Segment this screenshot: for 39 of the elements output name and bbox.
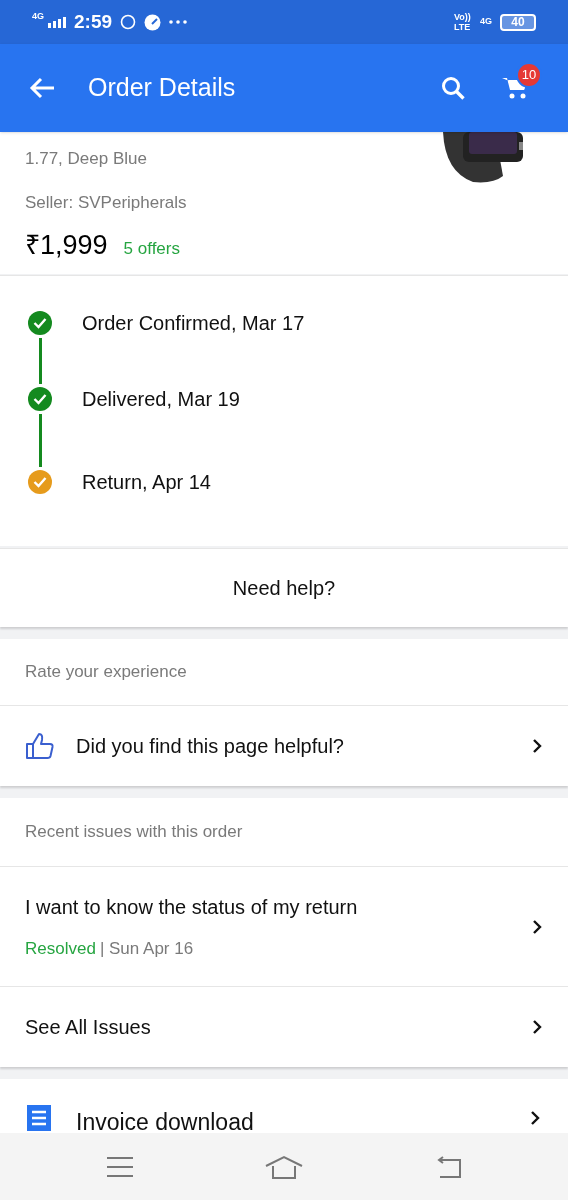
data-label: 4G bbox=[480, 15, 492, 29]
thumbs-up-icon bbox=[25, 732, 55, 760]
issue-title: I want to know the status of my return bbox=[25, 894, 359, 920]
timeline-step: Order Confirmed, Mar 17 bbox=[82, 308, 305, 338]
timeline-step: Return, Apr 14 bbox=[82, 467, 211, 497]
see-all-label: See All Issues bbox=[25, 1015, 152, 1040]
cart-count-badge: 10 bbox=[516, 62, 542, 88]
battery-icon: 40 bbox=[500, 13, 536, 31]
section-heading: Recent issues with this order bbox=[25, 821, 243, 844]
product-variant: 1.77, Deep Blue bbox=[25, 148, 148, 170]
issue-row[interactable]: I want to know the status of my return Resolved | Sun Apr 16 bbox=[0, 867, 568, 987]
price: ₹1,999 bbox=[25, 229, 108, 262]
chevron-right-icon bbox=[531, 737, 543, 755]
timeline-connector bbox=[39, 338, 42, 384]
timeline-step: Delivered, Mar 19 bbox=[82, 384, 240, 414]
feedback-question: Did you find this page helpful? bbox=[76, 734, 345, 759]
volte-label: Vo)) LTE bbox=[454, 12, 472, 32]
chevron-right-icon bbox=[531, 1018, 543, 1036]
menu-icon[interactable] bbox=[105, 1155, 134, 1178]
chevron-right-icon bbox=[531, 917, 543, 936]
chevron-right-icon bbox=[529, 1109, 541, 1127]
gauge-icon bbox=[144, 13, 162, 31]
issue-date: | Sun Apr 16 bbox=[99, 937, 194, 960]
search-icon[interactable] bbox=[440, 75, 466, 101]
invoice-label: Invoice download bbox=[76, 1108, 255, 1137]
need-help-button[interactable]: Need help? bbox=[0, 548, 568, 627]
page-title: Order Details bbox=[88, 72, 237, 104]
section-heading: Rate your experience bbox=[25, 661, 187, 684]
clock: 2:59 bbox=[74, 9, 113, 34]
seller-name: Seller: SVPeripherals bbox=[25, 191, 188, 214]
receipt-icon bbox=[27, 1105, 51, 1131]
network-label: 4G bbox=[32, 12, 44, 21]
home-icon[interactable] bbox=[265, 1154, 303, 1179]
see-all-row[interactable]: See All Issues bbox=[0, 987, 568, 1067]
timeline-connector bbox=[39, 414, 42, 467]
back-icon[interactable] bbox=[28, 76, 56, 100]
more-icon bbox=[169, 20, 188, 24]
feedback-row[interactable]: Did you find this page helpful? bbox=[0, 706, 568, 786]
issue-status: Resolved bbox=[25, 937, 96, 960]
